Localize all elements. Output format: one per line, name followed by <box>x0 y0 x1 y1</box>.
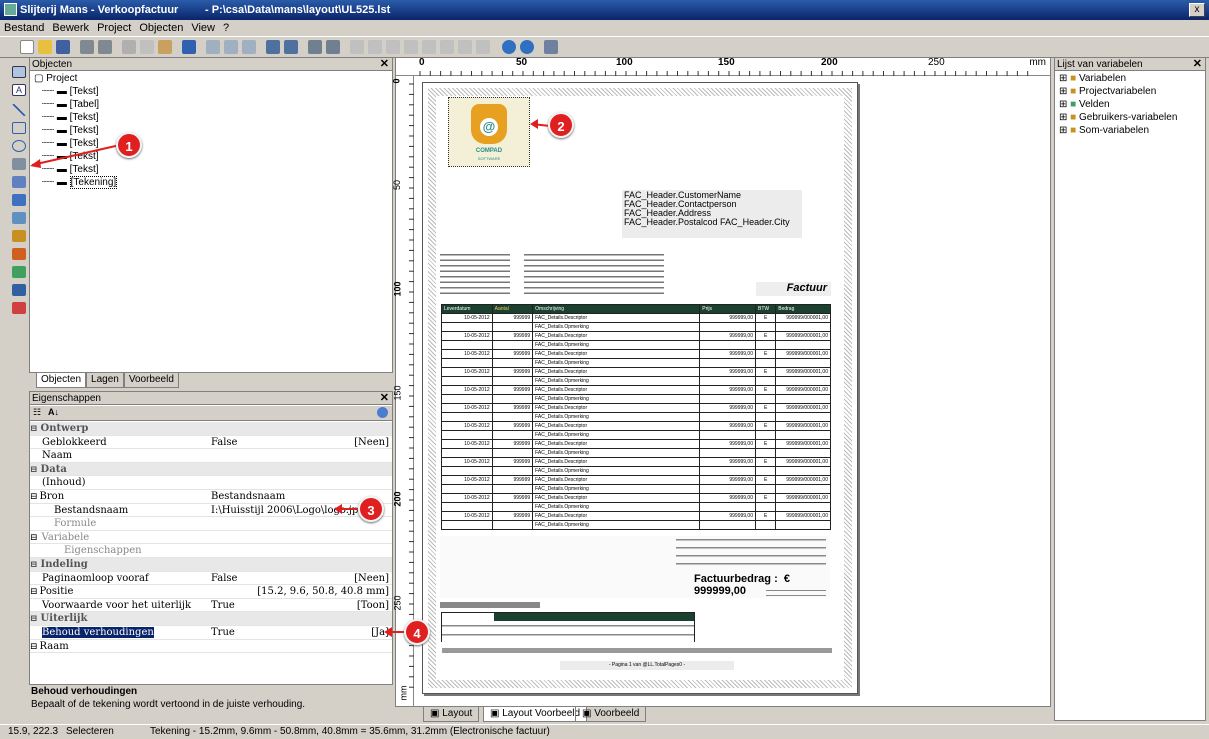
marker-3: 3 <box>358 496 384 522</box>
marker-1: 1 <box>116 132 142 158</box>
status-coords: 15.9, 222.3 <box>8 726 59 737</box>
annotation-arrows <box>30 119 551 637</box>
arrow-2-head <box>530 119 538 129</box>
marker-4: 4 <box>404 619 430 645</box>
status-bar: 15.9, 222.3 Selecteren Tekening - 15.2mm… <box>0 724 1209 738</box>
status-mode: Selecteren <box>66 726 114 737</box>
status-info: Tekening - 15.2mm, 9.6mm - 50.8mm, 40.8m… <box>150 726 550 737</box>
arrow-1 <box>31 144 121 166</box>
marker-2: 2 <box>548 112 574 138</box>
arrow-4-head <box>384 627 392 637</box>
arrow-1-head <box>30 159 41 168</box>
arrow-3-head <box>334 504 342 514</box>
